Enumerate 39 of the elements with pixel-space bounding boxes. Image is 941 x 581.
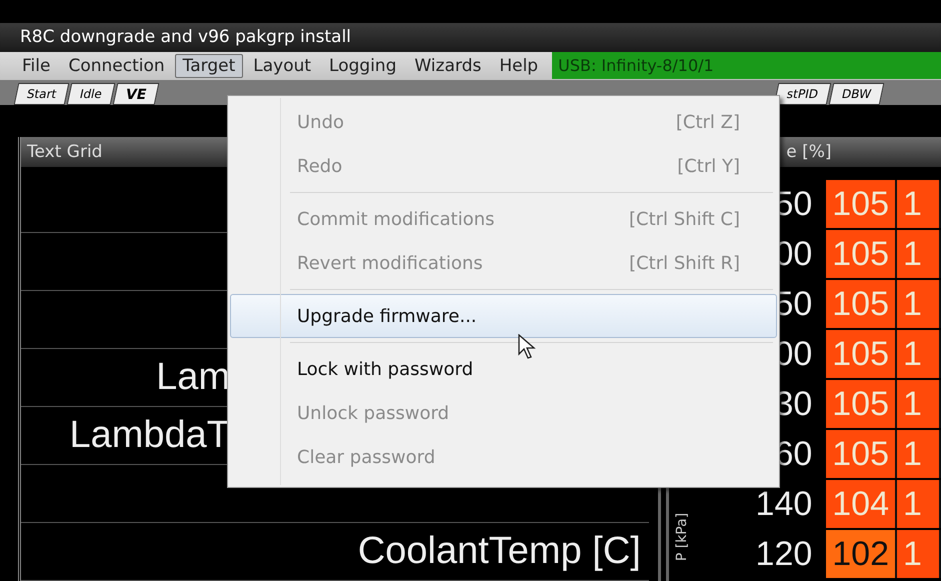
table-cell: 105: [826, 230, 897, 278]
table-cell: 1: [897, 230, 941, 278]
table-cell: 105: [826, 330, 897, 378]
menu-item[interactable]: Upgrade firmware...: [230, 294, 777, 338]
row-label: 140: [754, 484, 814, 524]
menu-item[interactable]: Wizards: [406, 54, 490, 78]
table-cell: 104: [826, 480, 897, 528]
table-cell: 105: [826, 180, 897, 228]
menu-item[interactable]: Lock with password: [230, 347, 777, 391]
table-cell: 1: [897, 430, 941, 478]
table-cell: 1: [897, 280, 941, 328]
menu-item[interactable]: Help: [491, 54, 546, 78]
mouse-cursor-icon: [518, 334, 536, 360]
grid-label: CoolantTemp [C]: [358, 530, 641, 573]
tab[interactable]: stPID: [773, 83, 831, 105]
table-cell: 1: [897, 180, 941, 228]
tab[interactable]: Start: [14, 83, 70, 105]
table-cell: 105: [826, 280, 897, 328]
row-label: 120: [754, 534, 814, 574]
menu-item[interactable]: Connection: [60, 54, 173, 78]
tab[interactable]: VE: [112, 83, 160, 105]
table-cell: 1: [897, 380, 941, 428]
table-cell: 105: [826, 380, 897, 428]
menu-item[interactable]: Logging: [321, 54, 404, 78]
menu-item[interactable]: Layout: [245, 54, 320, 78]
connection-status: USB: Infinity-8/10/1: [552, 52, 941, 80]
tab[interactable]: Idle: [67, 83, 116, 105]
grid-label: Lam: [156, 356, 230, 399]
table-cell: 1: [897, 330, 941, 378]
table-cell: 1: [897, 530, 941, 578]
axis-label: P [kPa]: [674, 512, 690, 562]
table-cell: 105: [826, 430, 897, 478]
grid-label: LambdaT: [69, 414, 230, 457]
menu-item[interactable]: Target: [174, 54, 244, 78]
window-title: R8C downgrade and v96 pakgrp install: [20, 27, 352, 48]
table-cell: 102: [826, 530, 897, 578]
menu-item[interactable]: File: [14, 54, 58, 78]
tab[interactable]: DBW: [828, 83, 884, 105]
table-cell: 1: [897, 480, 941, 528]
